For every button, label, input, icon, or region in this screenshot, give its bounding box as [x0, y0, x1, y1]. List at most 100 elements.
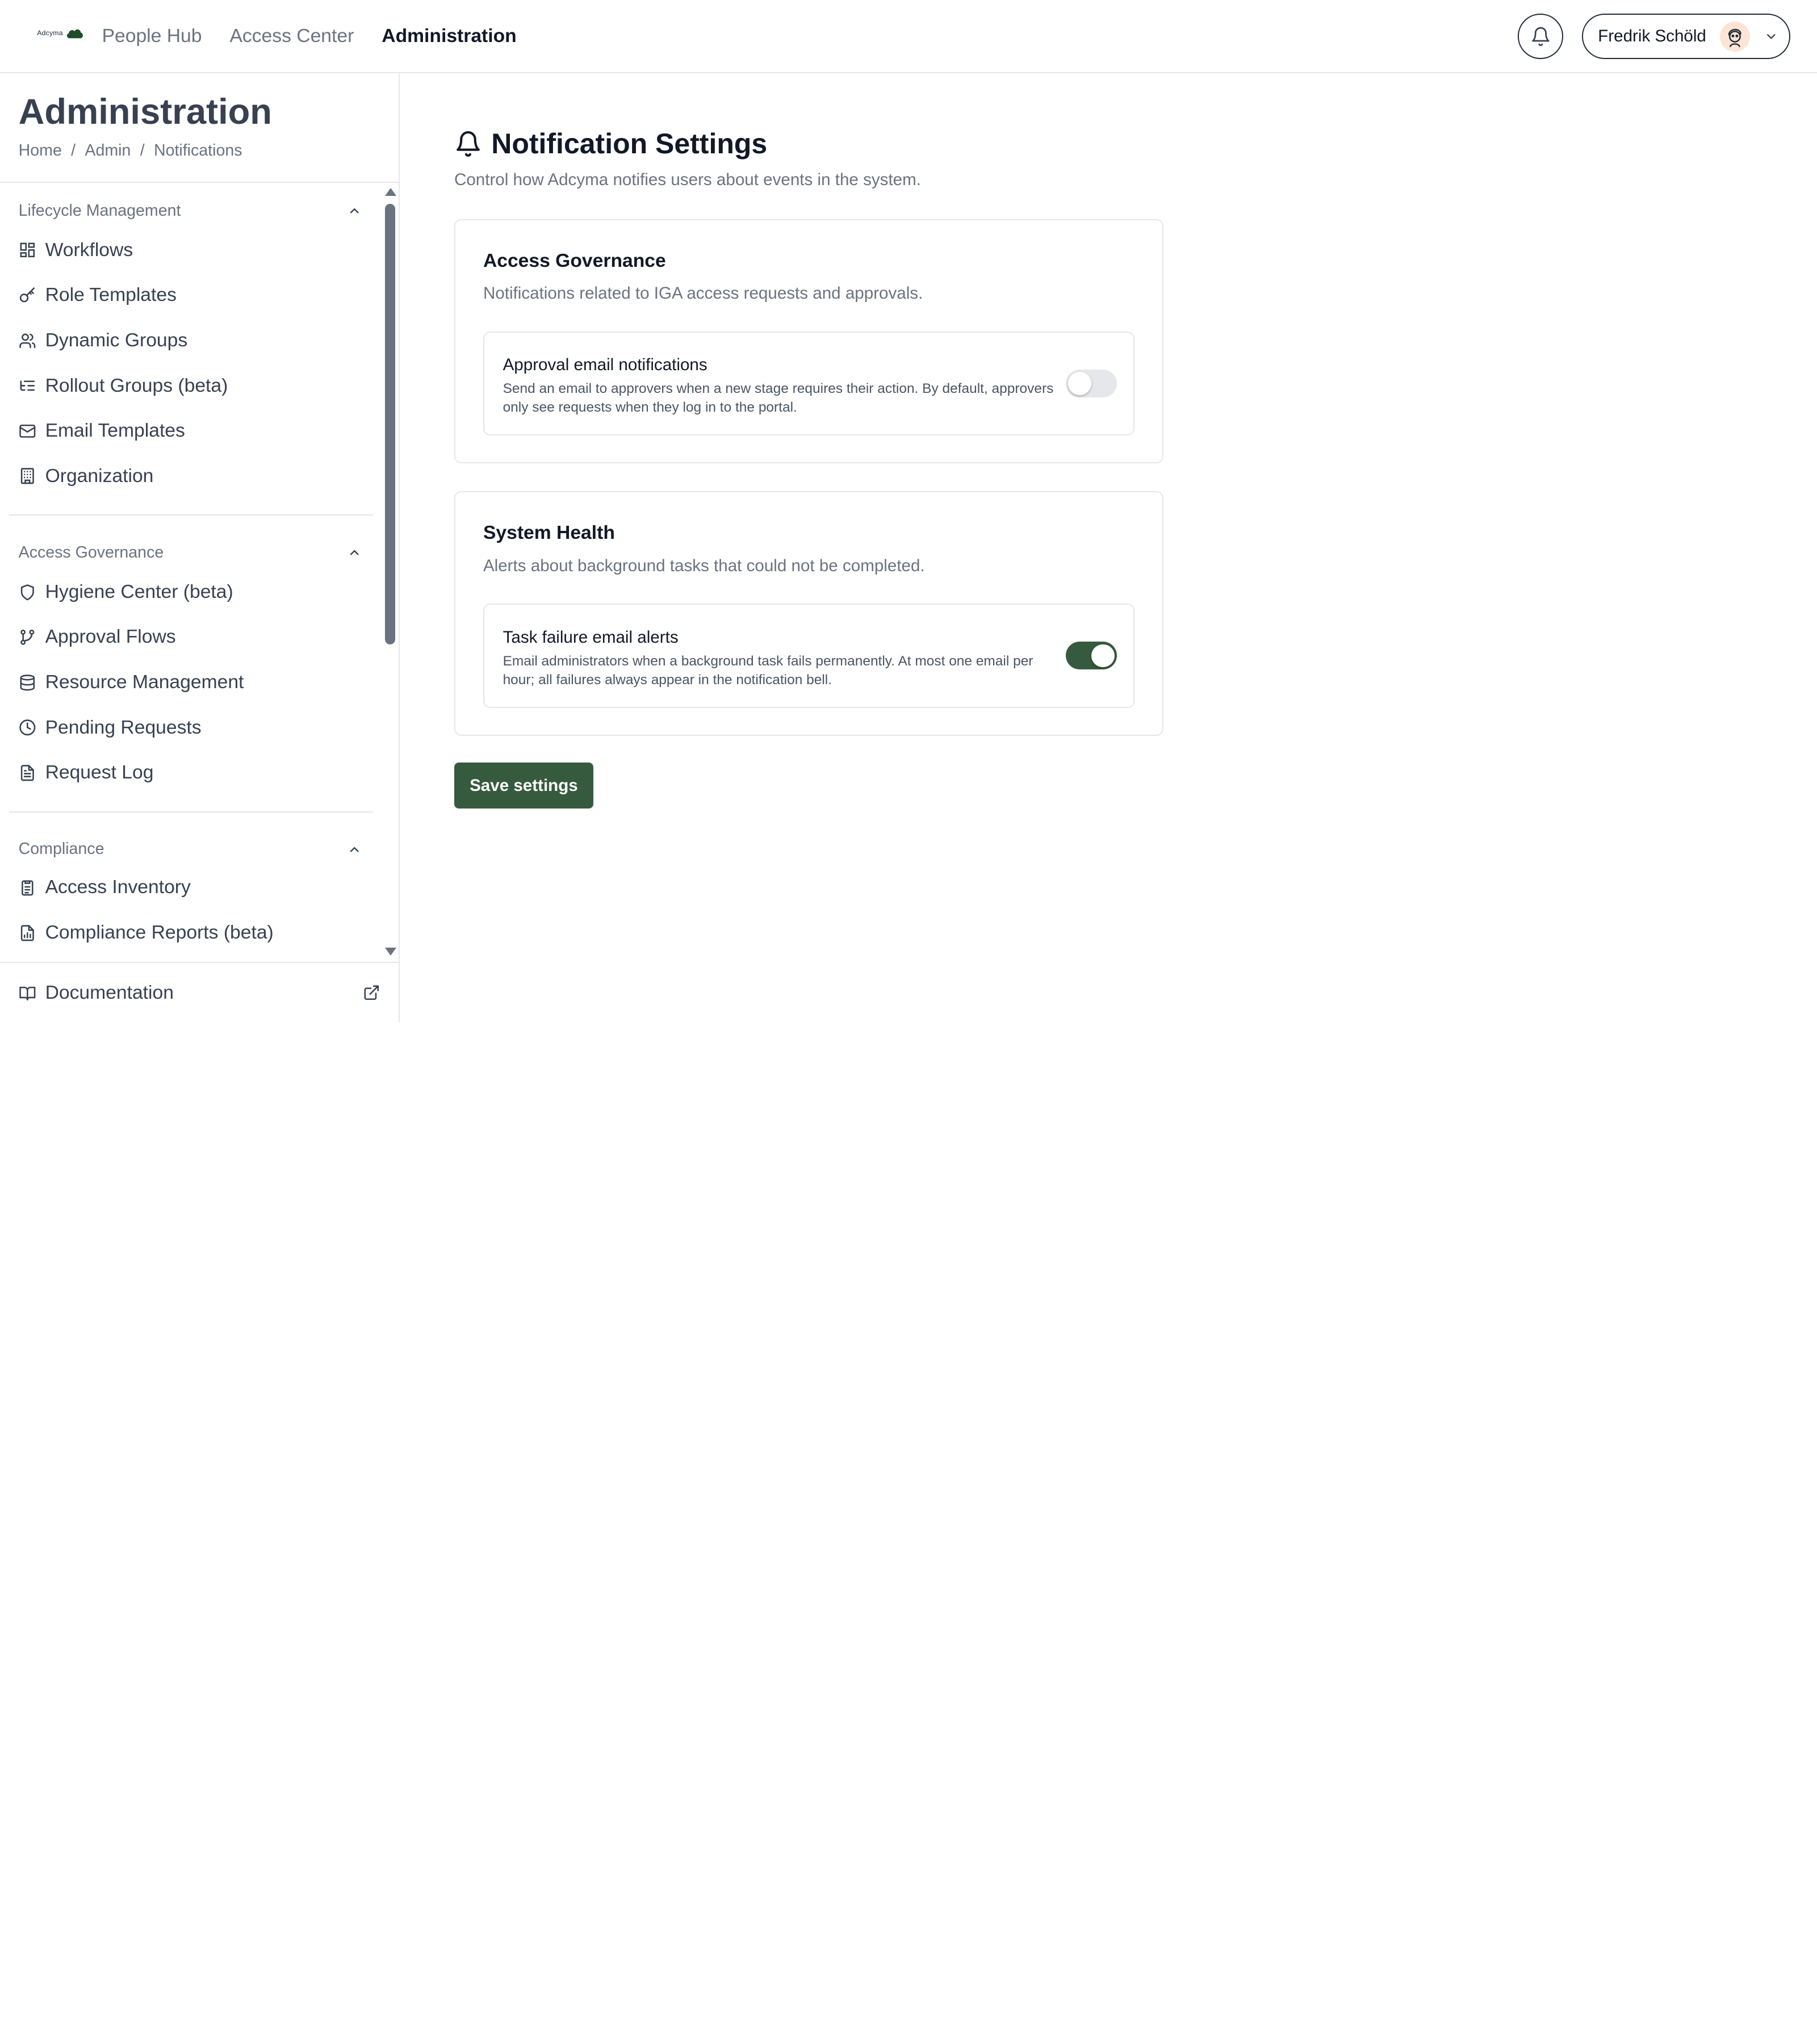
chevron-down-icon [1766, 34, 1776, 39]
access-governance-card: Access Governance Notifications related … [454, 219, 1163, 464]
breadcrumb-current: Notifications [153, 141, 242, 160]
shield-icon [20, 584, 34, 600]
sidebar-item-rollout-groups[interactable]: Rollout Groups (beta) [19, 372, 228, 400]
card-description: Alerts about background tasks that could… [483, 556, 925, 575]
sidebar-item-approval-flows[interactable]: Approval Flows [19, 623, 176, 651]
sidebar: Administration Home / Admin / Notificati… [0, 73, 400, 1022]
sidebar-item-workflows[interactable]: Workflows [19, 236, 133, 264]
scroll-up-arrow[interactable] [384, 187, 396, 196]
external-link-icon[interactable] [363, 984, 380, 1002]
section-header-access-governance[interactable]: Access Governance [19, 541, 362, 564]
save-settings-button[interactable]: Save settings [454, 762, 593, 809]
sidebar-item-resource-management[interactable]: Resource Management [19, 669, 244, 697]
breadcrumb-separator: / [140, 141, 145, 160]
divider [9, 811, 374, 812]
system-health-card: System Health Alerts about background ta… [454, 491, 1163, 736]
page-title: Notification Settings [491, 128, 768, 160]
bell-icon [1532, 27, 1550, 46]
avatar [1720, 21, 1751, 52]
sidebar-item-label: Pending Requests [45, 717, 202, 738]
sidebar-item-label: Resource Management [45, 672, 244, 693]
mail-icon [19, 424, 35, 438]
breadcrumb-separator: / [71, 141, 76, 160]
sidebar-item-label: Compliance Reports (beta) [45, 922, 274, 943]
setting-description: Email administrators when a background t… [503, 653, 1033, 688]
section-label: Lifecycle Management [18, 201, 181, 220]
page-header: Notification Settings [454, 127, 767, 160]
card-description: Notifications related to IGA access requ… [483, 283, 923, 303]
app-root: Adcyma People Hub Access Center Administ… [0, 0, 1817, 1022]
database-icon [20, 674, 35, 691]
main-content: Notification Settings Control how Adcyma… [400, 73, 1817, 1022]
section-header-lifecycle[interactable]: Lifecycle Management [19, 199, 362, 223]
sidebar-item-pending-requests[interactable]: Pending Requests [19, 714, 202, 742]
sidebar-item-label: Organization [45, 465, 154, 487]
section-header-compliance[interactable]: Compliance [19, 837, 362, 861]
scroll-thumb[interactable] [384, 204, 395, 644]
task-failure-alert-toggle[interactable] [1066, 642, 1117, 670]
brand-logo[interactable]: Adcyma [37, 27, 83, 39]
top-nav-people-hub[interactable]: People Hub [102, 21, 202, 51]
documentation-link[interactable]: Documentation [19, 979, 174, 1007]
sidebar-item-compliance-reports[interactable]: Compliance Reports (beta) [19, 919, 274, 946]
sidebar-item-label: Access Inventory [45, 877, 191, 898]
divider [0, 961, 400, 963]
section-label: Compliance [18, 840, 104, 858]
grid-icon [20, 243, 35, 258]
sidebar-item-organization[interactable]: Organization [19, 462, 154, 490]
card-title: Access Governance [483, 250, 666, 271]
sidebar-item-label: Rollout Groups (beta) [45, 375, 228, 396]
sidebar-item-dynamic-groups[interactable]: Dynamic Groups [19, 326, 188, 354]
clock-icon [19, 719, 35, 736]
scroll-down-arrow[interactable] [384, 948, 396, 956]
breadcrumb-admin[interactable]: Admin [85, 141, 131, 160]
top-nav: People Hub Access Center Administration [102, 21, 517, 51]
sidebar-item-hygiene-center[interactable]: Hygiene Center (beta) [19, 578, 233, 606]
setting-title: Task failure email alerts [503, 628, 679, 647]
chevron-up-icon [350, 550, 359, 555]
users-icon [19, 333, 35, 348]
sidebar-item-role-templates[interactable]: Role Templates [19, 282, 177, 309]
sidebar-item-label: Workflows [45, 239, 133, 261]
key-icon [19, 287, 35, 303]
breadcrumb-home[interactable]: Home [19, 141, 62, 160]
user-name: Fredrik Schöld [1598, 27, 1706, 46]
logo-text: Adcyma [37, 29, 63, 37]
clipboard-icon [21, 880, 34, 896]
file-chart-icon [20, 924, 34, 941]
setting-title: Approval email notifications [503, 355, 707, 375]
cloud-logo-icon [66, 29, 83, 39]
approval-email-setting: Approval email notifications Send an ema… [483, 331, 1134, 436]
sidebar-item-label: Role Templates [45, 284, 177, 306]
breadcrumb: Home / Admin / Notifications [19, 141, 242, 160]
sidebar-item-label: Hygiene Center (beta) [45, 581, 233, 602]
top-bar: Adcyma People Hub Access Center Administ… [0, 0, 1817, 73]
card-title: System Health [483, 522, 615, 544]
sidebar-item-access-inventory[interactable]: Access Inventory [19, 874, 191, 902]
book-open-icon [19, 986, 35, 1000]
sidebar-scrollbar[interactable] [384, 183, 397, 961]
top-nav-administration[interactable]: Administration [382, 21, 516, 51]
chevron-up-icon [350, 208, 359, 213]
building-icon [20, 468, 34, 484]
sidebar-item-email-templates[interactable]: Email Templates [19, 417, 185, 445]
divider [9, 514, 374, 516]
documentation-label: Documentation [45, 982, 174, 1003]
list-tree-icon [20, 380, 35, 391]
file-text-icon [20, 765, 34, 781]
top-nav-access-center[interactable]: Access Center [229, 21, 354, 51]
sidebar-item-label: Dynamic Groups [45, 329, 188, 351]
sidebar-nav: Lifecycle Management Workflows Role Temp… [0, 183, 382, 961]
setting-description: Send an email to approvers when a new st… [503, 381, 1054, 415]
section-label: Access Governance [18, 543, 164, 562]
user-menu-button[interactable]: Fredrik Schöld [1581, 14, 1791, 60]
git-branch-icon [20, 630, 35, 645]
avatar-face-icon [1728, 28, 1742, 47]
toggle-knob [1068, 371, 1092, 395]
task-failure-alert-setting: Task failure email alerts Email administ… [483, 604, 1134, 708]
approval-email-toggle[interactable] [1066, 369, 1117, 397]
sidebar-item-request-log[interactable]: Request Log [19, 759, 153, 787]
notifications-button[interactable] [1518, 14, 1564, 60]
sidebar-title: Administration [18, 92, 272, 132]
chevron-up-icon [350, 847, 359, 852]
